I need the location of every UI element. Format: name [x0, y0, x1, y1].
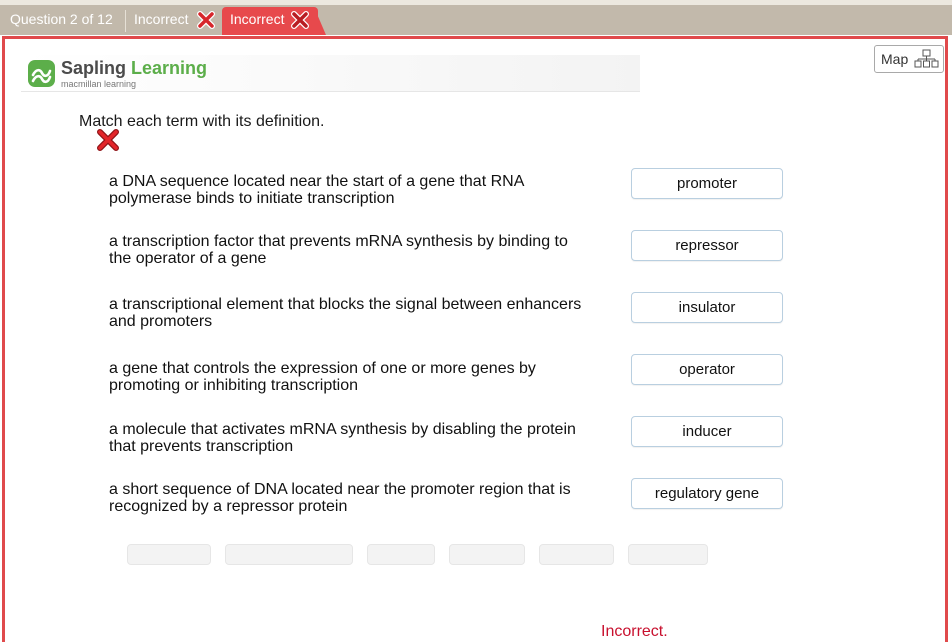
brand-tagline: macmillan learning	[61, 79, 137, 89]
red-x-icon	[291, 11, 309, 34]
definition-1: a DNA sequence located near the start of…	[109, 173, 524, 207]
sitemap-icon	[914, 49, 939, 68]
answer-tile-4[interactable]: operator	[631, 354, 783, 385]
definition-4: a gene that controls the expression of o…	[109, 360, 536, 394]
definition-6: a short sequence of DNA located near the…	[109, 481, 571, 515]
answer-tile-3[interactable]: insulator	[631, 292, 783, 323]
empty-answer-slot[interactable]	[628, 544, 708, 565]
answer-tile-2[interactable]: repressor	[631, 230, 783, 261]
empty-answer-slot[interactable]	[225, 544, 353, 565]
brand-name-part2: Learning	[131, 58, 208, 78]
sapling-logo-icon	[28, 60, 55, 92]
definition-5: a molecule that activates mRNA synthesis…	[109, 421, 576, 455]
attempt-tab-current[interactable]: Incorrect	[222, 7, 318, 35]
attempt-tab-current-tail	[314, 7, 326, 35]
brand-name: Sapling Learning	[61, 58, 207, 79]
empty-answer-slot[interactable]	[127, 544, 211, 565]
map-button[interactable]: Map	[874, 45, 944, 73]
answer-tile-5[interactable]: inducer	[631, 416, 783, 447]
attempt-tab-current-label: Incorrect	[230, 11, 285, 27]
red-x-icon	[197, 11, 215, 34]
question-tab-bar: Question 2 of 12 Incorrect Incorrect	[0, 5, 952, 35]
answer-tile-1[interactable]: promoter	[631, 168, 783, 199]
attempt-tab-previous-label[interactable]: Incorrect	[134, 11, 188, 27]
brand-banner: Sapling Learning macmillan learning	[21, 55, 640, 92]
tab-separator	[125, 10, 126, 32]
empty-answer-slot[interactable]	[539, 544, 614, 565]
brand-name-part1: Sapling	[61, 58, 127, 78]
question-counter: Question 2 of 12	[10, 11, 113, 27]
red-x-icon	[96, 128, 120, 157]
definition-2: a transcription factor that prevents mRN…	[109, 233, 568, 267]
empty-answer-slot[interactable]	[449, 544, 525, 565]
empty-answer-slot[interactable]	[367, 544, 435, 565]
answer-tile-6[interactable]: regulatory gene	[631, 478, 783, 509]
feedback-message: Incorrect.	[601, 623, 668, 640]
definition-3: a transcriptional element that blocks th…	[109, 296, 582, 330]
map-button-label: Map	[881, 51, 909, 67]
